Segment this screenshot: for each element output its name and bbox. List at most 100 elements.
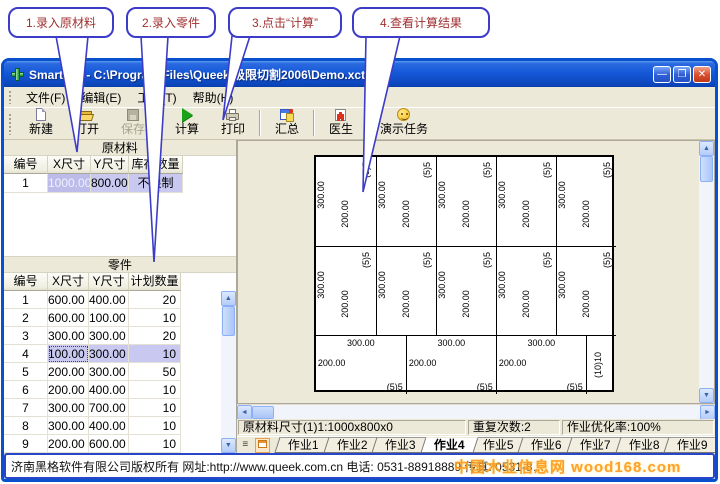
scroll-right-icon[interactable]: ► — [700, 405, 715, 420]
minimize-button[interactable]: — — [653, 66, 671, 83]
maximize-button[interactable]: ❐ — [673, 66, 691, 83]
cell-x[interactable]: 300.00 — [48, 399, 89, 417]
table-row[interactable]: 4100.00300.0010 — [4, 345, 236, 363]
scrollbar-thumb[interactable] — [252, 406, 274, 419]
sheet-list-button[interactable] — [255, 438, 270, 453]
diagram-cell: 300.00200.00(5)5 — [496, 335, 586, 394]
scroll-down-icon[interactable]: ▼ — [221, 438, 236, 453]
diagram-cell: 300.00200.00(5)5 — [496, 246, 556, 335]
toolbar-button-新建[interactable]: 新建 — [18, 107, 64, 138]
sheet-tab-作业9[interactable]: 作业9 — [664, 437, 718, 453]
cell-stock[interactable]: 不限制 — [129, 174, 183, 193]
table-row[interactable]: 7300.00700.0010 — [4, 399, 236, 417]
window-title: SmartCut - C:\Program Files\Queek\极限切割20… — [29, 66, 653, 83]
table-row[interactable]: 1600.00400.0020 — [4, 291, 236, 309]
menu-item-0[interactable]: 文件(F) — [18, 87, 73, 108]
scrollbar-thumb[interactable] — [700, 156, 713, 182]
sheet-tab-label: 作业3 — [385, 438, 416, 453]
cell-x[interactable]: 100.00 — [48, 345, 89, 363]
cell-x[interactable]: 200.00 — [48, 435, 89, 453]
toolbar-gripper[interactable] — [8, 113, 12, 135]
table-row[interactable]: 2600.00100.0010 — [4, 309, 236, 327]
tabbar: ≡ 作业1作业2作业3作业4作业5作业6作业7作业8作业9 — [237, 436, 715, 453]
cell-height-label: 200.00 — [409, 358, 437, 368]
parts-title: 零件 — [4, 256, 236, 273]
cell-height-label: 300.00 — [437, 181, 447, 209]
cell-qty[interactable]: 10 — [129, 399, 181, 417]
sheet-tab-作业4[interactable]: 作业4 — [420, 437, 478, 453]
table-row[interactable]: 3300.00300.0020 — [4, 327, 236, 345]
cell-width-label: 300.00 — [407, 338, 496, 348]
materials-col-stock[interactable]: 库存数量 — [129, 156, 183, 174]
tab-menu-button[interactable]: ≡ — [238, 438, 253, 453]
cell-x[interactable]: 1000.00 — [48, 174, 91, 193]
cell-y[interactable]: 100.00 — [89, 309, 129, 327]
cell-y[interactable]: 400.00 — [89, 417, 129, 435]
cell-y[interactable]: 300.00 — [89, 363, 129, 381]
toolbar-button-打开[interactable]: 打开 — [64, 107, 110, 138]
toolbar-button-演示任务[interactable]: 演示任务 — [372, 107, 436, 138]
canvas-hscrollbar[interactable]: ◄ ► — [237, 404, 715, 419]
cell-qty[interactable]: 10 — [129, 309, 181, 327]
cell-qty[interactable]: 50 — [129, 363, 181, 381]
table-row[interactable]: 5200.00300.0050 — [4, 363, 236, 381]
parts-scrollbar[interactable]: ▲ ▼ — [221, 291, 236, 453]
cell-y[interactable]: 300.00 — [89, 345, 129, 363]
toolbar-button-保存[interactable]: 保存 — [110, 107, 156, 138]
menubar-gripper[interactable] — [8, 90, 12, 104]
cell-x[interactable]: 600.00 — [48, 309, 89, 327]
titlebar[interactable]: SmartCut - C:\Program Files\Queek\极限切割20… — [4, 61, 715, 87]
scroll-left-icon[interactable]: ◄ — [237, 405, 252, 420]
parts-col-no[interactable]: 编号 — [4, 273, 48, 291]
menu-item-2[interactable]: 工具(T) — [129, 87, 184, 108]
cell-qty[interactable]: 10 — [129, 417, 181, 435]
cell-x[interactable]: 600.00 — [48, 291, 89, 309]
table-row[interactable]: 6200.00400.0010 — [4, 381, 236, 399]
materials-col-x[interactable]: X尺寸 — [48, 156, 91, 174]
cell-x[interactable]: 200.00 — [48, 363, 89, 381]
cell-height-label: 300.00 — [316, 181, 326, 209]
toolbar-button-label: 计算 — [175, 120, 199, 137]
cell-qty[interactable]: 10 — [129, 345, 181, 363]
menu-item-3[interactable]: 帮助(H) — [185, 87, 242, 108]
scroll-up-icon[interactable]: ▲ — [221, 291, 236, 306]
cell-width-label: 200.00 — [401, 290, 411, 318]
toolbar-button-打印[interactable]: 打印 — [210, 107, 256, 138]
table-row[interactable]: 11000.00800.00不限制 — [4, 174, 236, 193]
cell-part-tag: (5)5 — [602, 252, 612, 268]
canvas-vscrollbar[interactable]: ▲ ▼ — [699, 141, 714, 403]
cell-x[interactable]: 300.00 — [48, 327, 89, 345]
parts-col-qty[interactable]: 计划数量 — [129, 273, 181, 291]
scroll-down-icon[interactable]: ▼ — [699, 388, 714, 403]
table-row[interactable]: 8300.00400.0010 — [4, 417, 236, 435]
menu-item-1[interactable]: 编辑(E) — [73, 87, 129, 108]
close-button[interactable]: ✕ — [693, 66, 711, 83]
toolbar-button-汇总[interactable]: 汇总 — [264, 107, 310, 138]
table-row[interactable]: 9200.00600.0010 — [4, 435, 236, 453]
cell-part-tag: (5)5 — [602, 162, 612, 178]
materials-col-no[interactable]: 编号 — [4, 156, 48, 174]
cell-y[interactable]: 600.00 — [89, 435, 129, 453]
materials-col-y[interactable]: Y尺寸 — [91, 156, 129, 174]
diagram-cell: 300.00200.00(5)5 — [406, 335, 496, 394]
cell-qty[interactable]: 10 — [129, 381, 181, 399]
cell-qty[interactable]: 10 — [129, 435, 181, 453]
cell-x[interactable]: 200.00 — [48, 381, 89, 399]
cell-y[interactable]: 400.00 — [89, 291, 129, 309]
scrollbar-track[interactable] — [699, 182, 714, 388]
cell-y[interactable]: 800.00 — [91, 174, 129, 193]
cell-y[interactable]: 400.00 — [89, 381, 129, 399]
cell-qty[interactable]: 20 — [129, 327, 181, 345]
scrollbar-track[interactable] — [221, 336, 236, 438]
cell-x[interactable]: 300.00 — [48, 417, 89, 435]
toolbar-button-计算[interactable]: 计算 — [164, 107, 210, 138]
parts-col-y[interactable]: Y尺寸 — [89, 273, 129, 291]
toolbar-button-医生[interactable]: 医生 — [318, 107, 364, 138]
cell-y[interactable]: 700.00 — [89, 399, 129, 417]
status-optimization-rate: 作业优化率:100% — [562, 420, 714, 435]
parts-col-x[interactable]: X尺寸 — [48, 273, 89, 291]
cell-y[interactable]: 300.00 — [89, 327, 129, 345]
cell-qty[interactable]: 20 — [129, 291, 181, 309]
scroll-up-icon[interactable]: ▲ — [699, 141, 714, 156]
scrollbar-thumb[interactable] — [222, 306, 235, 336]
